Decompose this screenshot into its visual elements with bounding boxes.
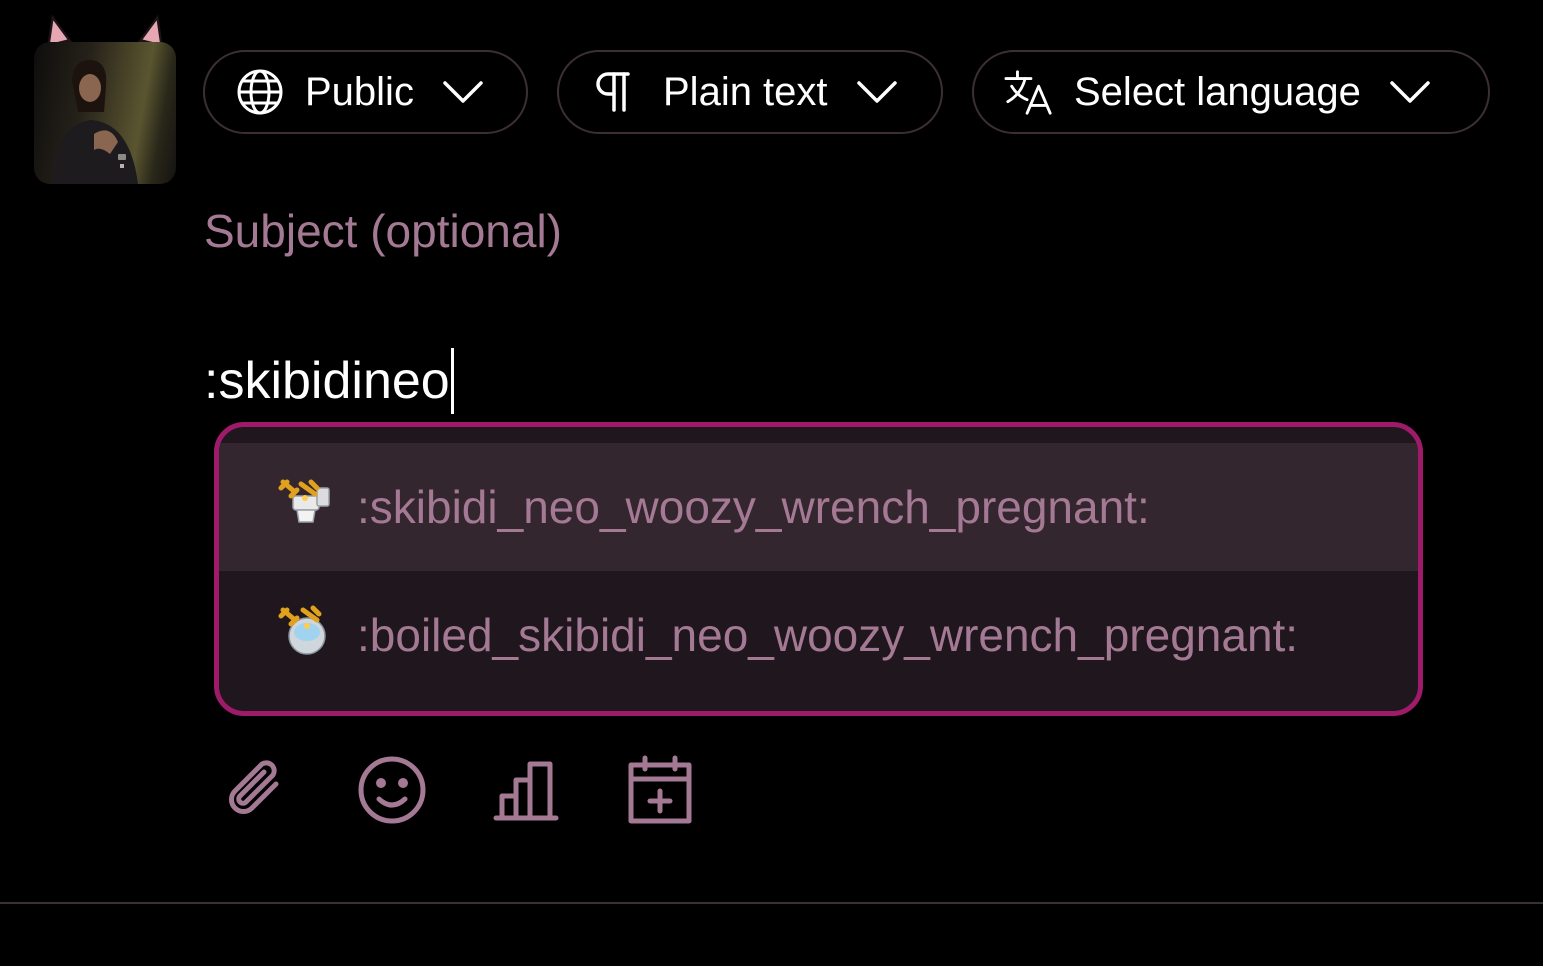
format-dropdown[interactable]: Plain text — [557, 50, 943, 134]
suggestion-shortcode: :skibidi_neo_woozy_wrench_pregnant: — [357, 481, 1150, 533]
boiled-wrench-emoji — [277, 602, 333, 658]
language-dropdown[interactable]: Select language — [972, 50, 1490, 134]
divider — [0, 902, 1543, 904]
schedule-button[interactable] — [624, 755, 696, 829]
chevron-down-icon — [856, 79, 898, 105]
toilet-wrench-emoji — [277, 474, 333, 530]
emoji-picker-button[interactable] — [356, 756, 428, 828]
emoji-autocomplete-list: :skibidi_neo_woozy_wrench_pregnant: :boi… — [214, 422, 1423, 716]
attach-button[interactable] — [220, 756, 292, 828]
calendar-plus-icon — [627, 755, 693, 829]
suggestion-item[interactable]: :skibidi_neo_woozy_wrench_pregnant: — [219, 443, 1418, 571]
format-label: Plain text — [663, 69, 828, 114]
avatar-image — [34, 42, 176, 184]
avatar[interactable] — [34, 11, 176, 186]
bar-chart-icon — [492, 758, 560, 826]
text-caret — [450, 348, 454, 414]
smiley-icon — [357, 755, 427, 829]
suggestion-item[interactable]: :boiled_skibidi_neo_woozy_wrench_pregnan… — [219, 571, 1418, 699]
chevron-down-icon — [1389, 79, 1431, 105]
visibility-dropdown[interactable]: Public — [203, 50, 528, 134]
translate-icon — [1004, 67, 1054, 117]
status-text-value: :skibidineo — [204, 352, 450, 410]
status-textarea[interactable]: :skibidineo — [204, 348, 454, 414]
globe-icon — [235, 67, 285, 117]
visibility-label: Public — [305, 69, 414, 114]
language-label: Select language — [1074, 69, 1361, 114]
chevron-down-icon — [442, 79, 484, 105]
subject-input[interactable] — [204, 196, 1484, 266]
paperclip-icon — [224, 756, 288, 828]
pilcrow-icon — [589, 67, 639, 117]
poll-button[interactable] — [490, 756, 562, 828]
suggestion-shortcode: :boiled_skibidi_neo_woozy_wrench_pregnan… — [357, 609, 1299, 661]
